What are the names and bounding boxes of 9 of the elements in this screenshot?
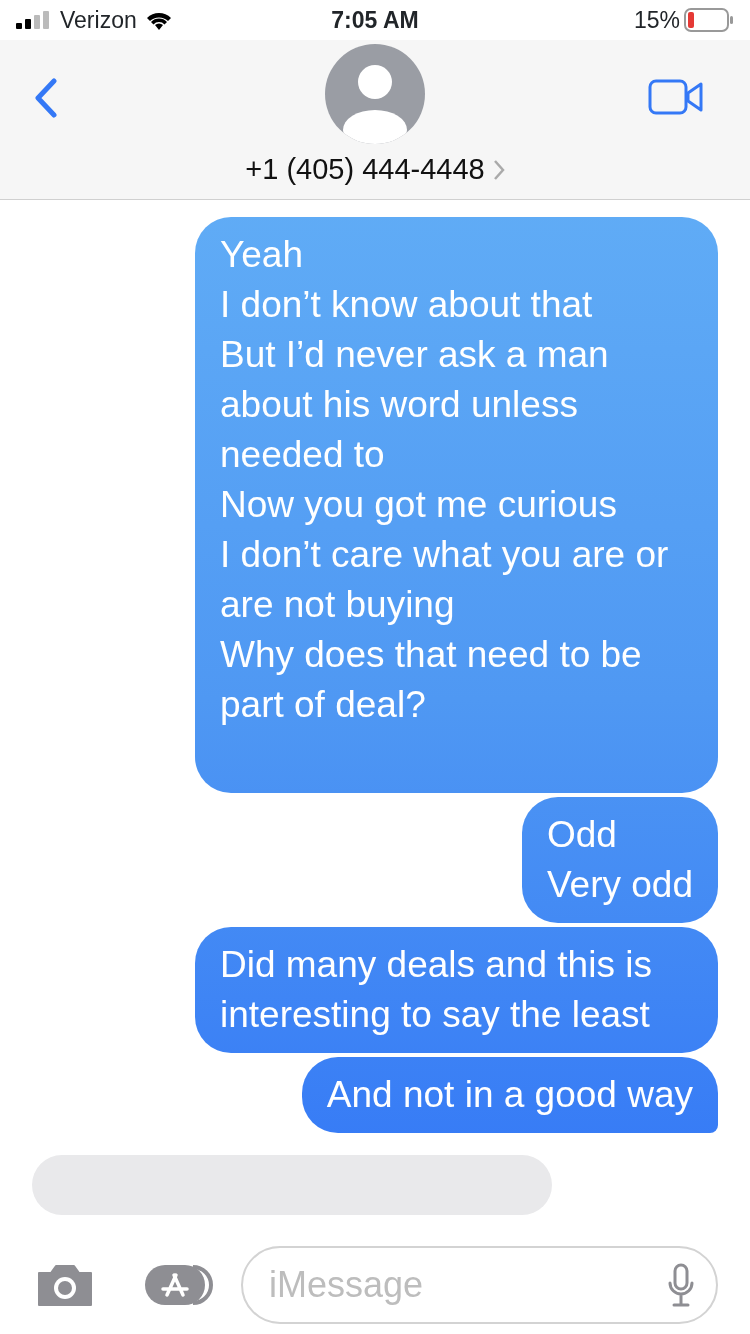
message-bubble: Did many deals and this is interesting to say the least bbox=[195, 927, 718, 1053]
message-bubble: Yeah I don’t know about that But I’d never ask a man about his word unless needed to Now you got me curious I don’t care what you are or are not buying Why does that need to be part of deal? bbox=[195, 217, 718, 793]
carrier-name: Verizon bbox=[60, 5, 137, 35]
battery-percent: 15% bbox=[633, 5, 680, 35]
message-bubble: And not in a good way bbox=[301, 1057, 718, 1133]
message-bubble: Odd Very odd bbox=[521, 797, 718, 923]
message-field[interactable]: iMessage bbox=[241, 1246, 718, 1324]
clock-time: 7:05 AM bbox=[331, 5, 419, 35]
contact-number[interactable]: +1 (405) 444-4448 bbox=[245, 148, 485, 192]
